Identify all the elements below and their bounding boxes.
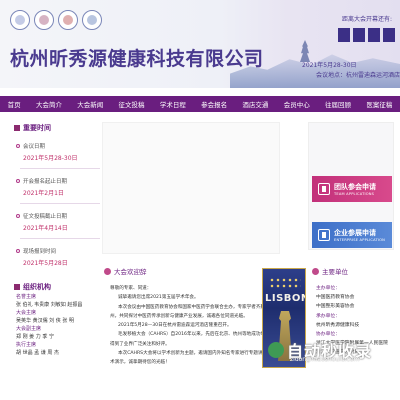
divider [20,168,100,169]
team-application-label: 团队参会申请 [334,183,376,191]
countdown-timer [338,28,395,42]
welcome-paragraph: 2021年5月28—30日在杭州雷迪森运河酒店隆重召开。 [118,323,232,329]
countdown-label: 距离大会开幕还有: [342,16,393,23]
team-icon [318,183,330,195]
date-item: 征文投稿截止日期 2021年4月14日 [10,212,100,239]
featured-banner[interactable] [102,122,280,254]
nav-item-intro[interactable]: 大会简介 [36,99,62,109]
countdown-digit [368,28,380,42]
partner-logo-2[interactable] [34,10,54,30]
conference-venue: 会议地点：杭州雷迪森运河酒店 [316,72,400,79]
watermark-url: zidongmiaoshoulu.com [290,356,360,363]
enterprise-application-sub: ENTERPRISE APPLICATION [334,238,386,242]
welcome-title: 大会欢迎辞 [114,268,147,276]
partner-logo-4[interactable] [82,10,102,30]
circle-bullet-icon [16,144,20,148]
main-nav: 首页 大会简介 大会新闻 征文投稿 学术日程 参会报名 酒店交通 会员中心 往届… [0,96,400,112]
speaker-icon [312,267,319,275]
org-members: 胡 世晶 孟 谦 周 杰 [16,350,59,356]
date-value: 2021年5月28-30日 [23,155,78,162]
date-label: 开会报名起止日期 [23,179,68,185]
host-unit: 中国整形美容协会 [316,304,355,310]
enterprise-icon [318,229,330,241]
divider [20,238,100,239]
org-role: 名誉主席 [16,294,37,300]
organization-section: 组织机构 名誉主席 张 伯礼 韦贵康 刘敏如 赵振昌 大会主席 吴英华 黄汉儒 … [10,281,94,357]
circle-bullet-icon [16,179,20,183]
welcome-paragraph: 诚挚邀请您出席2021第五届学术年会。 [118,295,199,301]
partner-logos [10,10,102,30]
date-value: 2021年5月28日 [23,260,68,267]
host-unit: 杭州昕秀源健康科技 [316,322,360,328]
org-members: 吴英华 黄汉儒 刘 侠 张 明 [16,318,74,324]
poster-title: LISBON [265,293,306,304]
enterprise-application-label: 企业参展申请 [334,229,376,237]
important-dates-title: 重要时间 [23,124,51,132]
welcome-body: 尊敬的专家、同道： 诚挚邀请您出席2021第五届学术年会。 本次会议由中国医药教… [110,284,278,368]
square-bullet-icon [14,125,20,131]
welcome-paragraph: 本次会议由中国医药教育协会和国家中医药学会联合主办，专家学者齐聚杭州，共同探讨中… [110,304,270,319]
nav-item-members[interactable]: 会员中心 [284,99,310,109]
stars-decoration [269,277,301,289]
team-application-sub: TEAM APPLICATIONS [334,192,375,196]
date-value: 2021年4月14日 [23,225,68,232]
important-dates-heading: 重要时间 [10,122,94,134]
date-label: 会议日期 [23,144,46,150]
date-item: 现场报到时间 2021年5月28日 [10,247,94,267]
circle-bullet-icon [16,249,20,253]
welcome-paragraph: 本次CAHRS大会将以学术创新为主题，邀请国内外知名专家进行专题讲座与手术演示，… [110,351,277,366]
nav-item-review[interactable]: 往届回顾 [325,99,351,109]
left-sidebar: 重要时间 会议日期 2021年5月28-30日 开会报名起止日期 2021年2月… [10,122,100,357]
host-units-heading: 主要单位 [312,266,348,276]
org-members: 张 伯礼 韦贵康 刘敏如 赵振昌 [16,302,83,308]
watermark-logo-icon [268,342,284,358]
date-value: 2021年2月1日 [23,190,64,197]
nav-item-registration[interactable]: 参会报名 [201,99,227,109]
org-role: 大会主席 [16,310,37,316]
countdown-digit [338,28,350,42]
welcome-paragraph: 毛发移植大会（CAHRS）自2016年以来，先后在北京、杭州等地成功举办，得到了… [110,332,275,347]
nav-item-hotel[interactable]: 酒店交通 [242,99,268,109]
countdown-digit [353,28,365,42]
date-item: 开会报名起止日期 2021年2月1日 [10,177,100,204]
nav-item-submission[interactable]: 征文投稿 [119,99,145,109]
countdown-digit [383,28,395,42]
square-bullet-icon [14,284,20,290]
pagoda-decoration [300,40,310,62]
nav-item-cases[interactable]: 医案征稿 [366,99,392,109]
organization-title: 组织机构 [23,283,51,291]
host-role: 主办单位： [316,286,340,291]
date-label: 征文投稿截止日期 [23,214,68,220]
org-members: 郑 刚 姜 力 季 宁 [16,334,54,340]
divider [20,203,100,204]
nav-item-schedule[interactable]: 学术日程 [160,99,186,109]
welcome-heading: 大会欢迎辞 [104,266,147,276]
partner-logo-3[interactable] [58,10,78,30]
site-title: 杭州昕秀源健康科技有限公司 [10,48,264,70]
site-header: 杭州昕秀源健康科技有限公司 距离大会开幕还有: 2021年5月28-30日 会议… [0,0,400,88]
nav-item-news[interactable]: 大会新闻 [77,99,103,109]
host-role: 承办单位： [316,313,340,319]
bottom-fade [0,388,400,400]
speaker-icon [104,267,111,275]
nav-item-home[interactable]: 首页 [8,99,21,109]
date-item: 会议日期 2021年5月28-30日 [10,142,100,169]
date-label: 现场报到时间 [23,249,57,255]
enterprise-application-button[interactable]: 企业参展申请 ENTERPRISE APPLICATION [312,222,392,248]
conference-dates: 2021年5月28-30日 [302,62,357,69]
organization-heading: 组织机构 [10,281,94,293]
team-application-button[interactable]: 团队参会申请 TEAM APPLICATIONS [312,176,392,202]
host-units-title: 主要单位 [322,268,348,276]
org-role: 执行主席 [16,342,37,348]
welcome-salutation: 尊敬的专家、同道： [110,286,152,291]
partner-logo-1[interactable] [10,10,30,30]
circle-bullet-icon [16,214,20,218]
host-unit: 中国医药教育协会 [316,295,355,301]
org-role: 大会副主席 [16,326,42,332]
